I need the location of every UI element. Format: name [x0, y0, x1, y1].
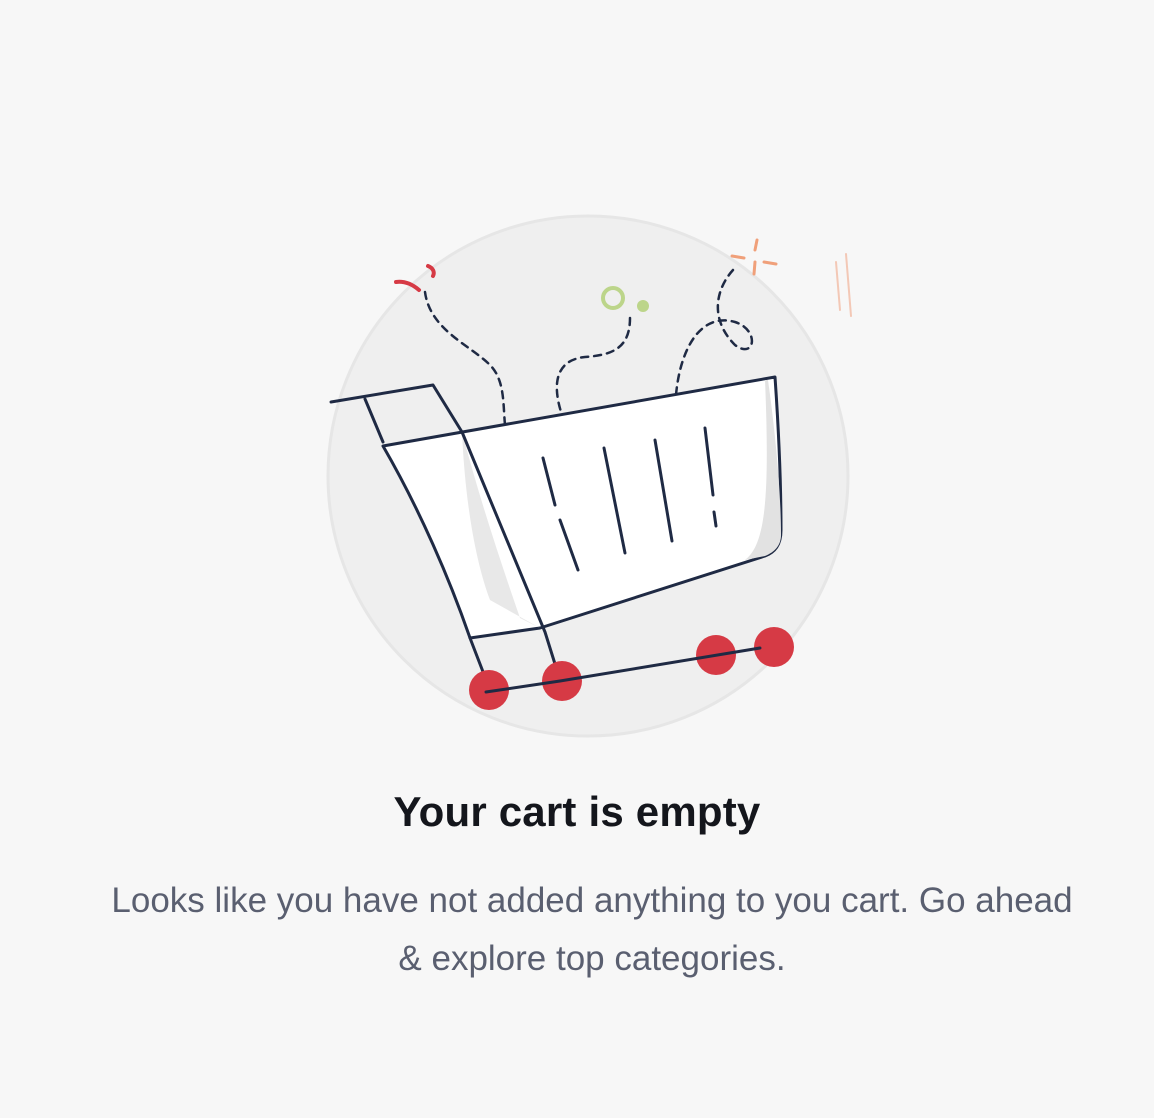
empty-cart-message: Looks like you have not added anything t… [111, 881, 1073, 978]
empty-cart-title: Your cart is empty [393, 788, 761, 835]
empty-cart-illustration [326, 214, 852, 738]
empty-cart-page: Your cart is empty Looks like you have n… [0, 0, 1154, 1118]
green-dot-icon [637, 300, 649, 312]
light-streaks-icon [835, 253, 852, 317]
